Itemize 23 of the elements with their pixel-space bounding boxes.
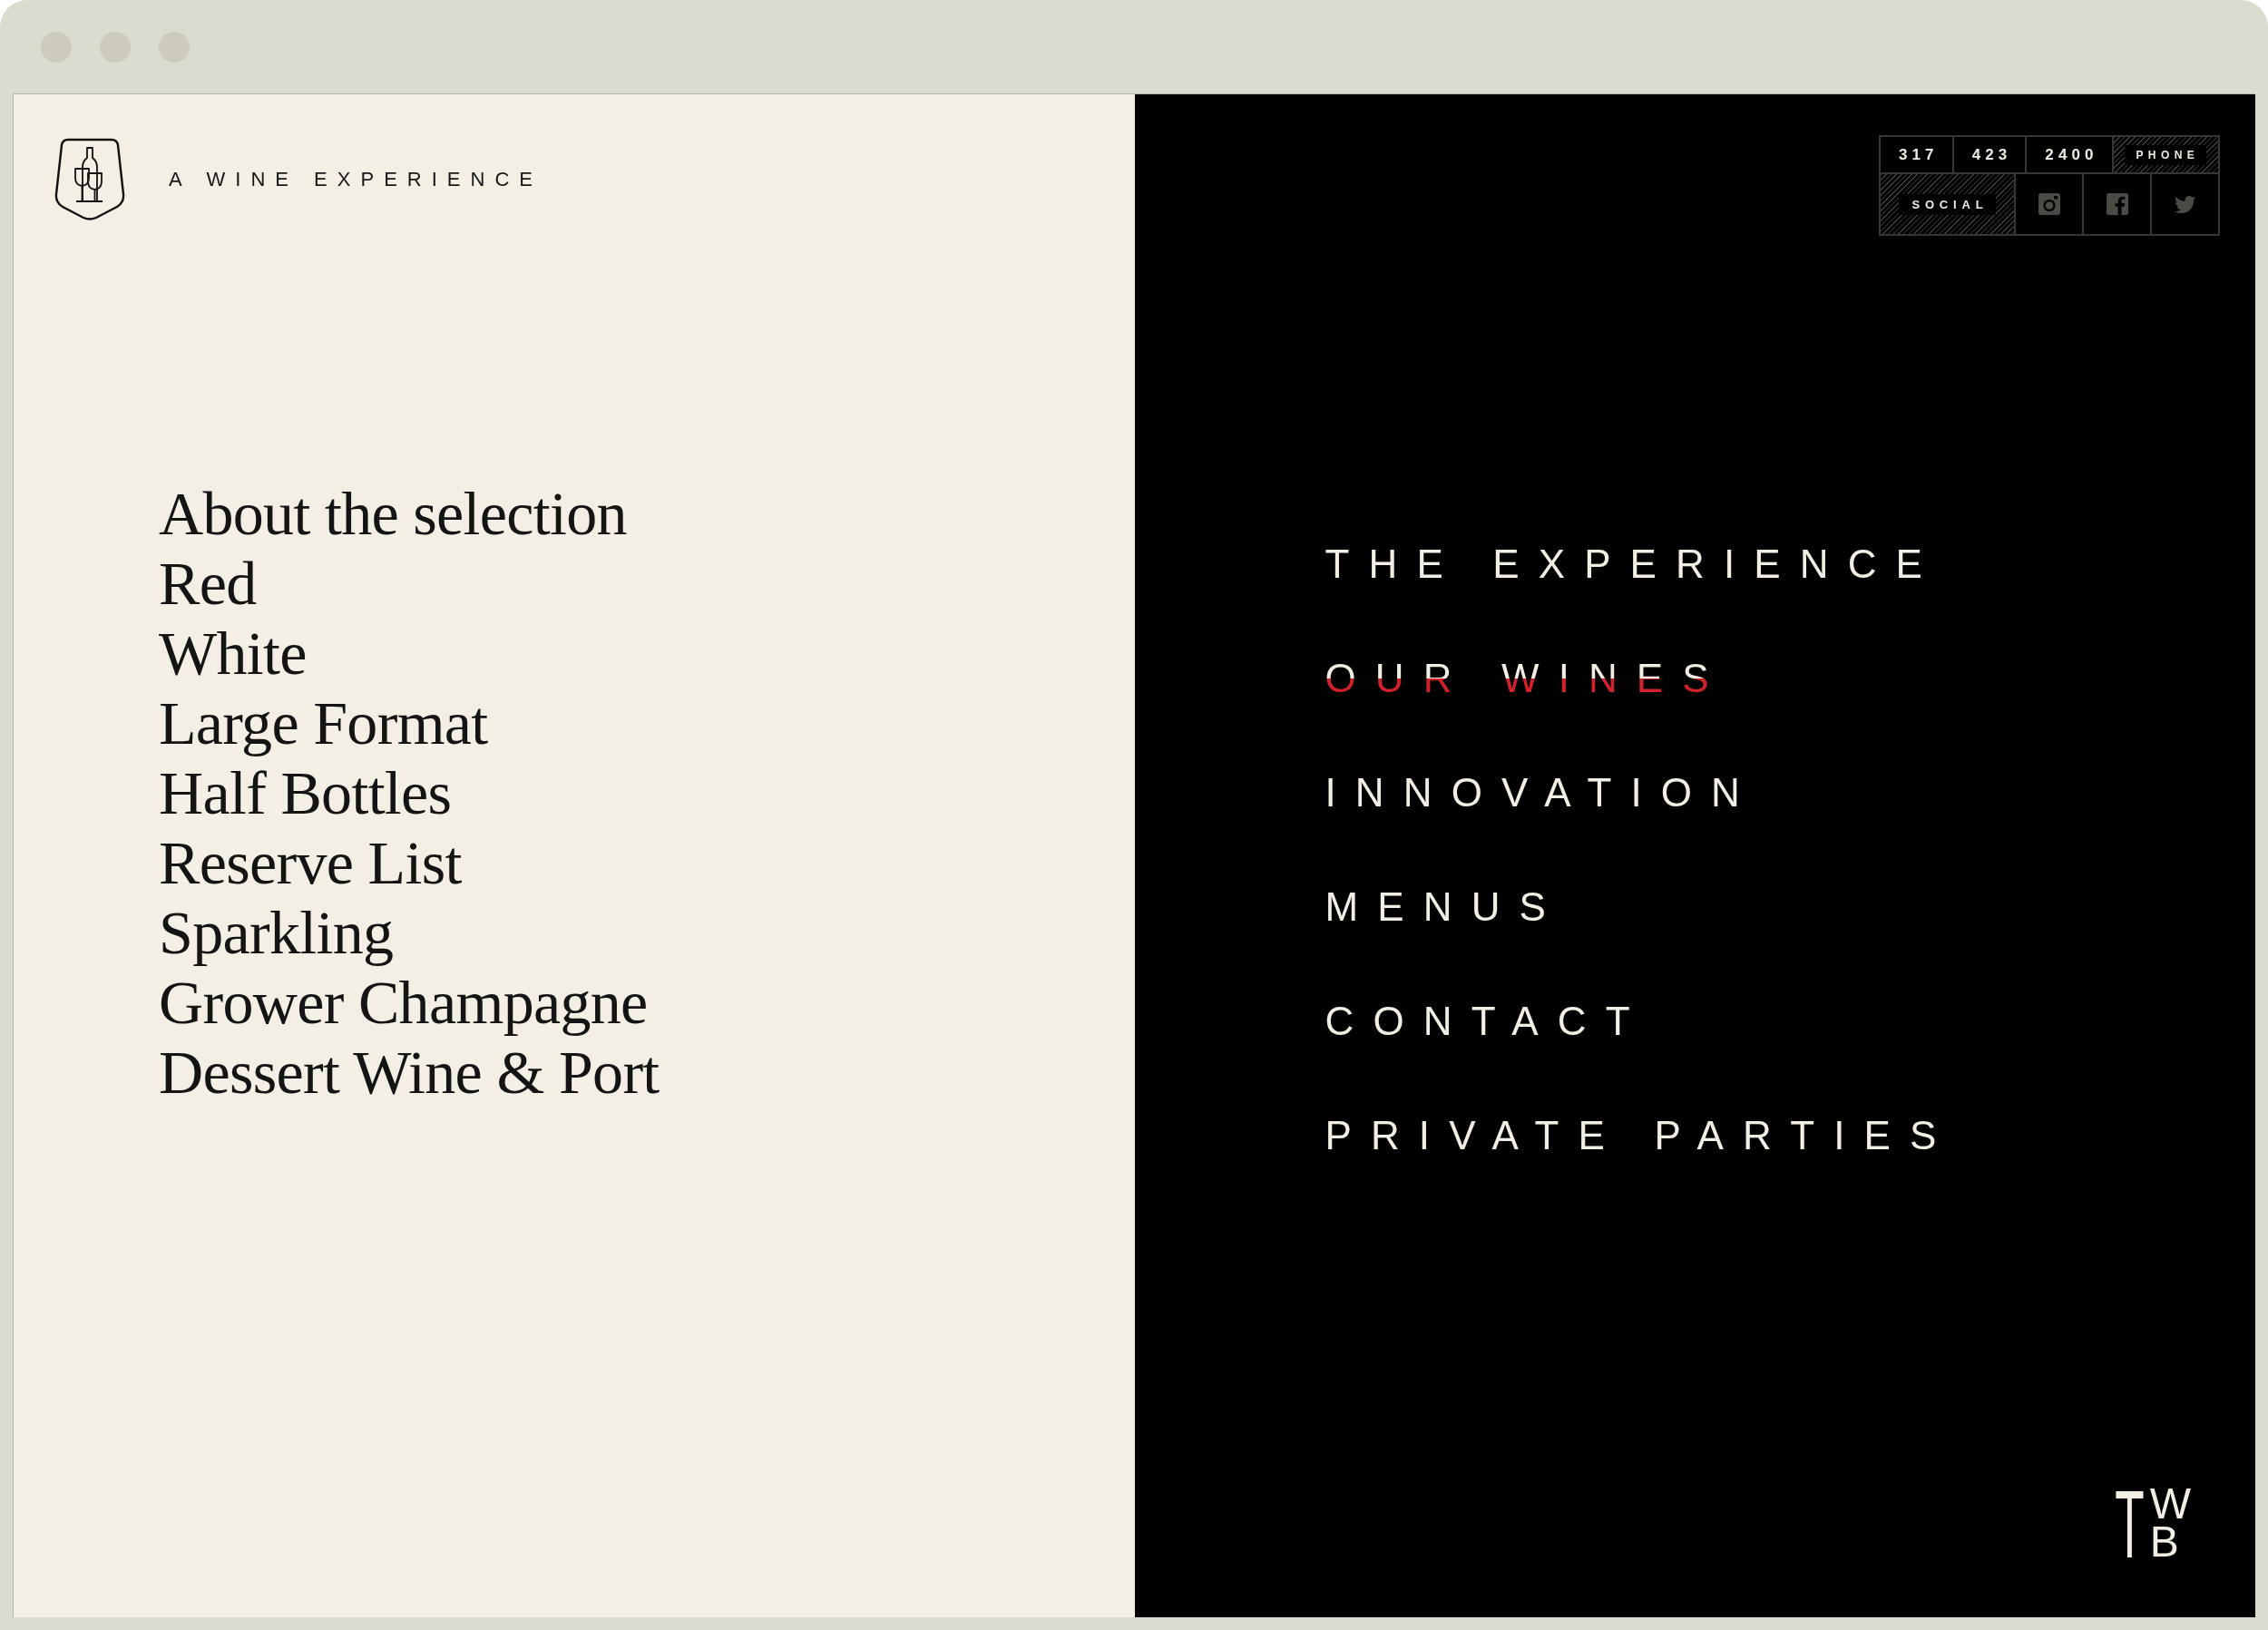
- shield-logo-icon: [54, 138, 125, 220]
- wine-category-link[interactable]: Sparkling: [159, 898, 394, 968]
- wine-category-link[interactable]: White: [159, 619, 307, 688]
- site-tagline: A WINE EXPERIENCE: [169, 169, 543, 190]
- wine-category-link[interactable]: Red: [159, 549, 257, 619]
- phone-label: PHONE: [2125, 144, 2207, 165]
- nav-link[interactable]: INNOVATION: [1325, 773, 1759, 813]
- wine-category-link[interactable]: Half Bottles: [159, 758, 452, 828]
- twitter-icon: [2174, 195, 2196, 213]
- nav-link[interactable]: THE EXPERIENCE: [1325, 544, 1942, 584]
- instagram-icon: [2038, 193, 2060, 215]
- facebook-icon: [2106, 193, 2128, 215]
- wine-category-link[interactable]: Grower Champagne: [159, 968, 648, 1038]
- phone-number-segment: 423: [1953, 137, 2028, 172]
- wine-category-link[interactable]: Large Format: [159, 688, 488, 758]
- social-label: SOCIAL: [1899, 193, 1996, 215]
- nav-link[interactable]: PRIVATE PARTIES: [1325, 1116, 1956, 1156]
- nav-link[interactable]: MENUS: [1325, 887, 1565, 927]
- wine-category-link[interactable]: Dessert Wine & Port: [159, 1038, 660, 1108]
- phone-number-segment: 317: [1881, 137, 1954, 172]
- nav-link[interactable]: CONTACT: [1325, 1001, 1649, 1041]
- wine-category-link[interactable]: Reserve List: [159, 828, 462, 898]
- wine-category-link[interactable]: About the selection: [159, 479, 627, 549]
